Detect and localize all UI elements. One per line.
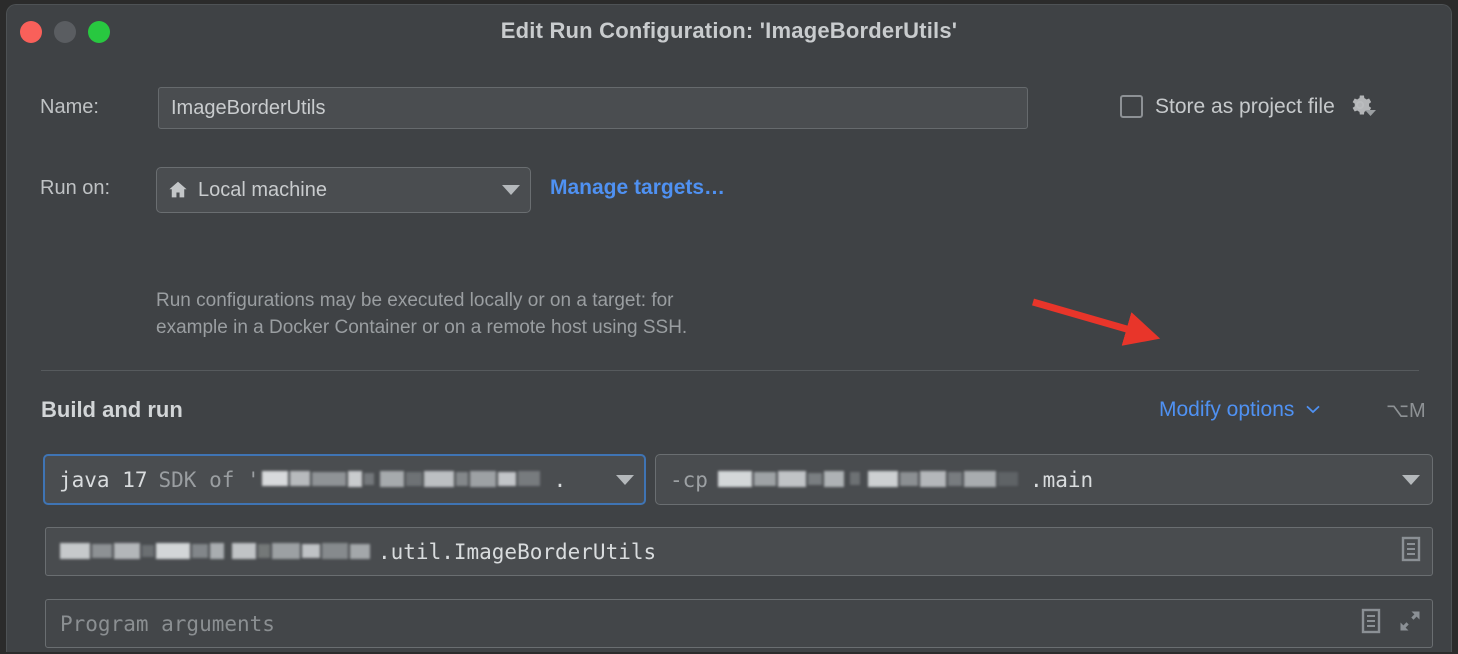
chevron-down-icon (616, 474, 634, 485)
manage-targets-link[interactable]: Manage targets… (550, 176, 725, 200)
section-divider (41, 370, 1419, 371)
home-icon (167, 179, 189, 201)
classpath-module-dropdown[interactable]: -cp .main (655, 454, 1433, 505)
redacted-module-name (717, 467, 1030, 493)
run-on-help-text: Run configurations may be executed local… (156, 287, 687, 341)
jdk-trailing-label: . (553, 467, 567, 492)
program-arguments-field[interactable]: Program arguments (45, 599, 1433, 648)
run-on-row: Run on: Local machine Manage targets… (7, 167, 1451, 213)
modify-options-shortcut: ⌥M (1386, 400, 1426, 422)
run-on-target-dropdown[interactable]: Local machine (156, 167, 531, 213)
program-arguments-placeholder: Program arguments (60, 611, 275, 636)
store-as-project-file-row[interactable]: Store as project file (1120, 91, 1376, 123)
title-bar: Edit Run Configuration: 'ImageBorderUtil… (7, 5, 1451, 59)
modify-options-label: Modify options (1159, 398, 1295, 421)
run-on-help-line-2: example in a Docker Container or on a re… (156, 317, 688, 338)
classpath-prefix-label: -cp (670, 467, 708, 492)
redacted-package-name (60, 539, 378, 565)
name-input[interactable] (158, 87, 1028, 129)
store-as-project-file-label: Store as project file (1155, 94, 1335, 118)
run-on-label: Run on: (40, 177, 111, 199)
jdk-sdk-of-label: SDK of ' (158, 467, 260, 492)
expand-icon[interactable] (1398, 609, 1422, 638)
chevron-down-icon (1402, 474, 1420, 485)
chevron-down-icon (1306, 396, 1320, 420)
jdk-version-label: java 17 (59, 467, 148, 492)
document-icon[interactable] (1400, 536, 1422, 567)
document-icon[interactable] (1360, 608, 1382, 639)
modify-options-button[interactable]: Modify options (1159, 398, 1320, 422)
edit-run-configuration-dialog: Edit Run Configuration: 'ImageBorderUtil… (6, 4, 1452, 652)
redacted-sdk-path (261, 467, 550, 493)
classpath-suffix-label: .main (1029, 467, 1094, 492)
main-class-field[interactable]: .util.ImageBorderUtils (45, 527, 1433, 576)
jdk-selector-dropdown[interactable]: java 17 SDK of ' . (43, 454, 646, 505)
name-label: Name: (40, 96, 99, 118)
run-on-selected-value: Local machine (198, 178, 327, 201)
run-on-help-line-1: Run configurations may be executed local… (156, 290, 674, 311)
gear-icon[interactable] (1347, 92, 1376, 123)
dialog-body: Name: Store as project file Run on: (7, 59, 1451, 652)
program-arguments-field-icons (1360, 608, 1422, 639)
store-as-project-file-checkbox[interactable] (1120, 95, 1143, 118)
window-title: Edit Run Configuration: 'ImageBorderUtil… (500, 18, 958, 43)
main-class-field-icons (1400, 536, 1422, 567)
main-class-value: .util.ImageBorderUtils (378, 539, 657, 564)
build-and-run-section-title: Build and run (41, 397, 183, 422)
chevron-down-icon (502, 185, 520, 195)
